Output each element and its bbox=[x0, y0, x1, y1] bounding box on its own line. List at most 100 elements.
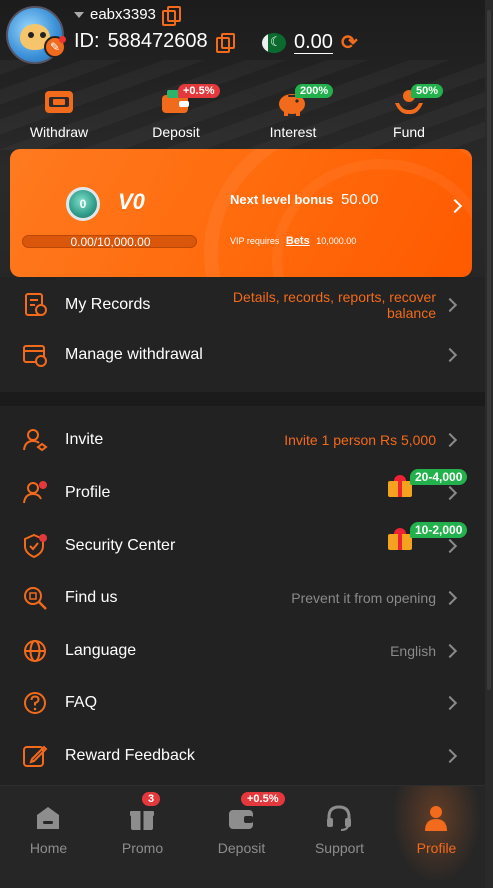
quick-action-label: Fund bbox=[393, 124, 425, 140]
profile-page: ✎ eabx3393 ID: 588472608 0.00 ⟳ Withdraw bbox=[0, 0, 485, 888]
next-bonus-label: Next level bonus bbox=[230, 192, 334, 207]
caret-down-icon[interactable] bbox=[74, 11, 84, 18]
find-us-description: Prevent it from opening bbox=[291, 590, 436, 606]
wallet-icon: +0.5% bbox=[156, 84, 220, 118]
profile-icon bbox=[23, 481, 47, 504]
vip-requires-label: VIP requires bbox=[230, 236, 280, 246]
menu-item-language[interactable]: Language English bbox=[0, 625, 485, 677]
withdraw-icon bbox=[39, 86, 79, 118]
find-us-icon bbox=[24, 587, 47, 610]
promo-badge: 3 bbox=[142, 792, 161, 806]
menu-label: My Records bbox=[65, 295, 151, 313]
menu-label: Find us bbox=[65, 589, 118, 606]
fund-tag: 50% bbox=[411, 84, 444, 98]
headset-icon bbox=[327, 805, 351, 831]
chevron-right-icon bbox=[442, 695, 458, 711]
menu-label: FAQ bbox=[65, 694, 98, 711]
avatar-eye bbox=[28, 32, 34, 38]
interest-tag: 200% bbox=[295, 84, 334, 98]
chevron-right-icon bbox=[442, 347, 458, 363]
id-label: ID: bbox=[74, 30, 100, 52]
refresh-icon[interactable]: ⟳ bbox=[341, 30, 358, 55]
nav-support[interactable]: Support bbox=[291, 786, 388, 888]
scrollbar[interactable] bbox=[485, 0, 493, 888]
menu-label: Manage withdrawal bbox=[65, 346, 203, 363]
question-icon bbox=[24, 692, 46, 714]
avatar-eye bbox=[40, 32, 46, 38]
vip-medal-icon: 0 bbox=[66, 187, 100, 221]
shield-icon bbox=[24, 533, 47, 559]
edit-icon[interactable]: ✎ bbox=[44, 36, 66, 58]
nav-label: Home bbox=[29, 840, 68, 856]
nav-profile[interactable]: Profile bbox=[388, 786, 485, 888]
nav-label: Promo bbox=[121, 840, 164, 856]
menu-item-reward-feedback[interactable]: Reward Feedback bbox=[0, 730, 485, 782]
menu-item-invite[interactable]: Invite Invite 1 person Rs 5,000 bbox=[0, 414, 485, 466]
nav-label: Deposit bbox=[217, 840, 266, 856]
chevron-right-icon bbox=[442, 748, 458, 764]
vip-progress-text: 0.00/10,000.00 bbox=[70, 235, 151, 249]
menu-item-find-us[interactable]: Find us Prevent it from opening bbox=[0, 572, 485, 624]
vip-requirement: VIP requires Bets 10,000.00 bbox=[230, 235, 356, 247]
quick-action-label: Deposit bbox=[152, 124, 200, 140]
nav-label: Profile bbox=[416, 840, 457, 856]
profile-gift-tag: 20-4,000 bbox=[410, 469, 468, 485]
feedback-edit-icon bbox=[23, 745, 48, 767]
menu-label: Invite bbox=[65, 431, 104, 448]
profile-person-icon bbox=[425, 806, 447, 831]
promo-gift-icon bbox=[130, 811, 154, 830]
username-row: eabx3393 bbox=[74, 6, 181, 26]
chevron-right-icon bbox=[442, 297, 458, 312]
chevron-right-icon bbox=[442, 538, 458, 554]
deposit-tag: +0.5% bbox=[178, 84, 220, 98]
gift-icon bbox=[388, 528, 412, 550]
balance-row: 0.00 ⟳ bbox=[262, 30, 358, 55]
scrollbar-thumb[interactable] bbox=[487, 10, 491, 690]
chevron-right-icon bbox=[447, 198, 463, 214]
medal-level: 0 bbox=[79, 197, 87, 211]
language-value: English bbox=[390, 643, 436, 659]
wallet-icon bbox=[229, 810, 253, 829]
menu-item-profile[interactable]: Profile 20-4,000 bbox=[0, 467, 485, 519]
home-icon bbox=[37, 807, 59, 829]
piggy-bank-icon: 200% bbox=[273, 84, 334, 118]
next-level-bonus: Next level bonus 50.00 bbox=[230, 191, 378, 208]
globe-icon bbox=[24, 640, 46, 662]
menu-item-faq[interactable]: FAQ bbox=[0, 677, 485, 729]
username: eabx3393 bbox=[90, 6, 156, 23]
copy-icon[interactable] bbox=[161, 6, 181, 26]
nav-deposit[interactable]: +0.5% Deposit bbox=[193, 786, 290, 888]
nav-home[interactable]: Home bbox=[0, 786, 97, 888]
quick-action-deposit[interactable]: +0.5% Deposit bbox=[126, 84, 226, 140]
quick-action-label: Interest bbox=[269, 124, 317, 140]
section-divider bbox=[0, 392, 485, 406]
records-description: Details, records, reports, recover balan… bbox=[232, 288, 436, 321]
menu-item-my-records[interactable]: My Records Details, records, reports, re… bbox=[0, 277, 485, 332]
chevron-right-icon bbox=[442, 643, 458, 659]
vip-progress-bar: 0.00/10,000.00 bbox=[22, 235, 197, 248]
menu-item-security-center[interactable]: Security Center 10-2,000 bbox=[0, 520, 485, 572]
vip-card[interactable]: 0 V0 0.00/10,000.00 Next level bonus 50.… bbox=[10, 149, 472, 277]
menu-label: Profile bbox=[65, 484, 111, 501]
bets-link[interactable]: Bets bbox=[286, 235, 310, 247]
id-value: 588472608 bbox=[107, 30, 208, 52]
bottom-nav: Home 3 Promo +0.5% Deposit Support Profi… bbox=[0, 785, 485, 888]
menu-label: Reward Feedback bbox=[65, 747, 195, 764]
menu-label: Security Center bbox=[65, 537, 176, 554]
menu-label: Language bbox=[65, 642, 137, 659]
chevron-right-icon bbox=[442, 590, 458, 606]
user-id-row: ID: 588472608 bbox=[74, 30, 235, 53]
copy-icon[interactable] bbox=[215, 33, 235, 53]
deposit-badge: +0.5% bbox=[241, 792, 285, 806]
quick-action-interest[interactable]: 200% Interest bbox=[243, 84, 343, 140]
menu-item-manage-withdrawal[interactable]: Manage withdrawal bbox=[0, 329, 485, 381]
quick-action-fund[interactable]: 50% Fund bbox=[359, 84, 459, 140]
balance-value: 0.00 bbox=[294, 31, 333, 54]
invite-icon bbox=[23, 429, 48, 452]
nav-label: Support bbox=[314, 840, 365, 856]
security-gift-tag: 10-2,000 bbox=[410, 522, 468, 538]
quick-action-withdraw[interactable]: Withdraw bbox=[9, 86, 109, 140]
pakistan-flag-icon bbox=[262, 32, 286, 53]
vip-level: V0 bbox=[118, 189, 145, 214]
nav-promo[interactable]: 3 Promo bbox=[94, 786, 191, 888]
